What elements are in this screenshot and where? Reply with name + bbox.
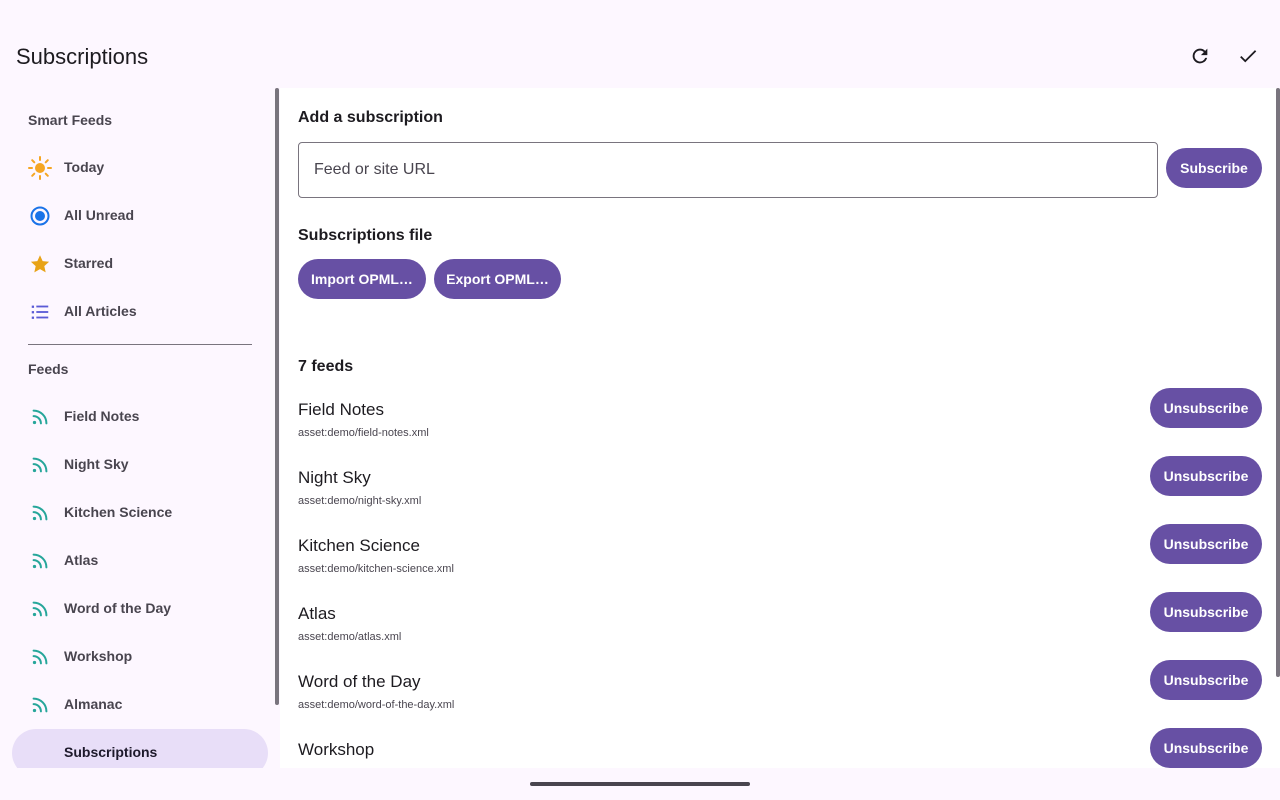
nav-item-label: Almanac [64,696,123,712]
unsubscribe-button[interactable]: Unsubscribe [1150,456,1262,496]
sidebar-scrollbar[interactable] [275,88,279,705]
feeds-heading: Feeds [28,361,69,377]
nav-item-label: Today [64,159,105,175]
page-title: Subscriptions [16,44,149,69]
refresh-button[interactable] [1180,36,1220,76]
nav-item-feed[interactable]: Night Sky [12,441,268,489]
unsubscribe-button[interactable]: Unsubscribe [1150,728,1262,768]
feed-url: asset:demo/kitchen-science.xml [298,563,454,575]
nav-item-subscriptions[interactable]: Subscriptions [12,729,268,768]
feed-name: Workshop [298,740,375,759]
feed-name: Atlas [298,604,336,623]
feed-count-heading: 7 feeds [298,358,354,375]
nav-item-label: Night Sky [64,456,129,472]
unsubscribe-button[interactable]: Unsubscribe [1150,660,1262,700]
nav-item-all-unread[interactable]: All Unread [12,192,268,240]
feed-name: Field Notes [298,400,384,419]
feed-url-input[interactable] [314,143,1134,197]
radio-icon [28,204,52,228]
feed-name: Night Sky [298,468,371,487]
nav-item-label: Kitchen Science [64,504,173,520]
list-icon [28,300,52,324]
nav-item-all-articles[interactable]: All Articles [12,288,268,336]
rss-icon [28,597,52,621]
feed-row: Night Sky asset:demo/night-sky.xml Unsubsc… [280,456,1280,528]
star-icon [28,252,52,276]
rss-icon [28,453,52,477]
status-icons [1208,4,1256,16]
nav-item-feed[interactable]: Field Notes [12,393,268,441]
feed-name: Word of the Day [298,672,421,691]
feed-row: Atlas asset:demo/atlas.xml Unsubscribe [280,592,1280,664]
nav-item-label: Field Notes [64,408,140,424]
nav-item-feed[interactable]: Atlas [12,537,268,585]
rss-icon [28,693,52,717]
feed-row: Field Notes asset:demo/field-notes.xml Uns… [280,388,1280,460]
signal-icon [1226,4,1238,16]
feed-row: Kitchen Science asset:demo/kitchen-scienc… [280,524,1280,596]
smart-feeds-heading: Smart Feeds [28,112,113,128]
subscriptions-panel: Add a subscription Subscribe Subscriptio… [280,88,1280,768]
navigation-drawer: Smart Feeds Today All Unread Starred All… [0,88,280,768]
export-opml-button[interactable]: Export OPML… [434,259,561,299]
nav-item-label: Atlas [64,552,99,568]
feed-url: asset:demo/night-sky.xml [298,495,422,507]
rss-icon [28,549,52,573]
nav-item-label: All Articles [64,303,137,319]
nav-item-label: Starred [64,255,114,271]
subscribe-button[interactable]: Subscribe [1166,148,1262,188]
status-bar: 9:38 PM [0,0,1280,24]
nav-item-label: Subscriptions [64,744,158,760]
wifi-icon [1208,4,1220,16]
feed-url-field[interactable] [298,142,1158,198]
nav-item-label: Workshop [64,648,133,664]
unsubscribe-button[interactable]: Unsubscribe [1150,524,1262,564]
divider [28,344,252,345]
status-time: 9:38 PM [16,4,65,19]
nav-item-today[interactable]: Today [12,144,268,192]
import-opml-button[interactable]: Import OPML… [298,259,426,299]
rss-icon [28,405,52,429]
top-app-bar: Subscriptions [0,24,1280,88]
nav-item-starred[interactable]: Starred [12,240,268,288]
feed-url: asset:demo/workshop.xml [298,767,425,768]
unsubscribe-button[interactable]: Unsubscribe [1150,388,1262,428]
unsubscribe-button[interactable]: Unsubscribe [1150,592,1262,632]
done-button[interactable] [1228,36,1268,76]
nav-item-label: Word of the Day [64,600,172,616]
main-scrollbar[interactable] [1276,88,1280,677]
feed-name: Kitchen Science [298,536,420,555]
subscriptions-file-heading: Subscriptions file [298,227,433,244]
battery-icon [1244,4,1256,16]
refresh-icon [1192,48,1208,64]
check-icon [1240,50,1257,63]
rss-icon [28,501,52,525]
feed-url: asset:demo/word-of-the-day.xml [298,699,455,711]
feed-row: Word of the Day asset:demo/word-of-the-da… [280,660,1280,732]
feed-url: asset:demo/field-notes.xml [298,427,429,439]
feed-url: asset:demo/atlas.xml [298,631,402,643]
nav-item-feed[interactable]: Almanac [12,681,268,729]
nav-item-feed[interactable]: Workshop [12,633,268,681]
sun-icon [28,156,52,180]
add-subscription-heading: Add a subscription [298,109,443,126]
gesture-nav-handle[interactable] [530,782,750,786]
rss-icon [28,645,52,669]
nav-item-feed[interactable]: Word of the Day [12,585,268,633]
nav-item-feed[interactable]: Kitchen Science [12,489,268,537]
feed-row: Workshop asset:demo/workshop.xml Unsubscri… [280,728,1280,768]
nav-item-label: All Unread [64,207,135,223]
